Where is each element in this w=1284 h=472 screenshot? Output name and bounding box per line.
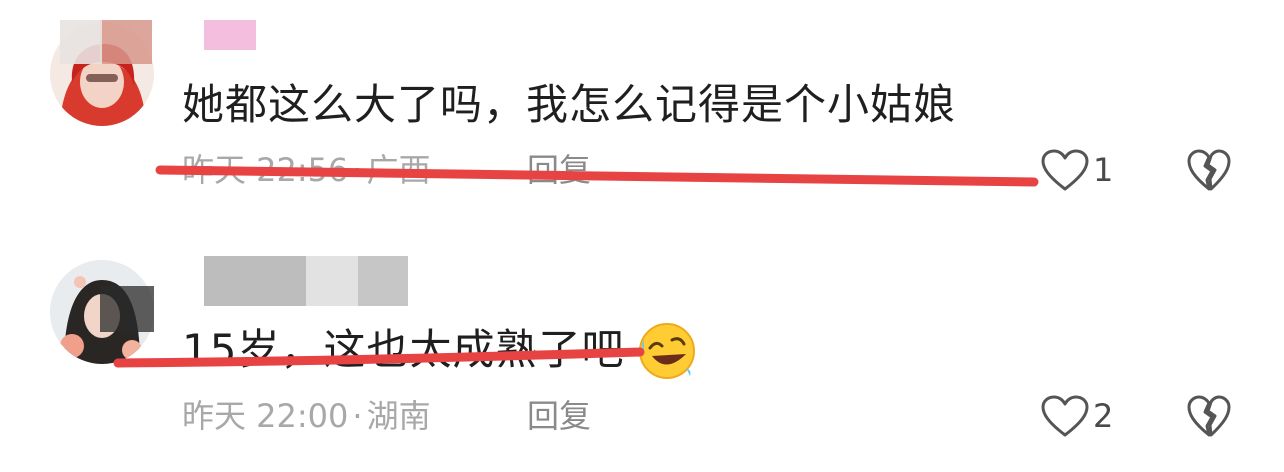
like-count: 1: [1093, 151, 1114, 189]
comment-meta: 昨天 22:56 · 广西: [182, 151, 431, 189]
username-mosaic: [358, 256, 408, 306]
username-mosaic: [204, 20, 256, 50]
dislike-button[interactable]: [1186, 148, 1232, 192]
comment-time: 昨天 22:56: [182, 151, 349, 189]
comment-location: 湖南: [366, 397, 431, 435]
broken-heart-icon: [1187, 395, 1231, 437]
reply-button[interactable]: 回复: [527, 396, 591, 436]
broken-heart-icon: [1187, 149, 1231, 191]
avatar-mosaic: [100, 20, 152, 64]
comment-text: 15岁，这也太成熟了吧: [182, 325, 625, 374]
comment-item: 15岁，这也太成熟了吧 昨天 22:00 · 湖南 回复 2: [0, 250, 1284, 472]
heart-outline-icon: [1041, 149, 1089, 191]
comment-text: 她都这么大了吗，我怎么记得是个小姑娘: [182, 80, 957, 129]
like-button[interactable]: [1040, 394, 1090, 438]
username-mosaic: [306, 256, 358, 306]
comment-meta: 昨天 22:00 · 湖南: [182, 397, 431, 435]
comment-location: 广西: [366, 151, 431, 189]
heart-outline-icon: [1041, 395, 1089, 437]
rolling-laughing-emoji-icon: [636, 320, 698, 382]
avatar-mosaic: [100, 286, 154, 332]
dislike-button[interactable]: [1186, 394, 1232, 438]
avatar-mosaic: [60, 20, 102, 64]
like-button[interactable]: [1040, 148, 1090, 192]
comment-time: 昨天 22:00: [182, 397, 349, 435]
comment-item: 她都这么大了吗，我怎么记得是个小姑娘 昨天 22:56 · 广西 回复 1: [0, 0, 1284, 230]
reply-button[interactable]: 回复: [527, 150, 591, 190]
username-mosaic: [204, 256, 306, 306]
like-count: 2: [1093, 397, 1114, 435]
